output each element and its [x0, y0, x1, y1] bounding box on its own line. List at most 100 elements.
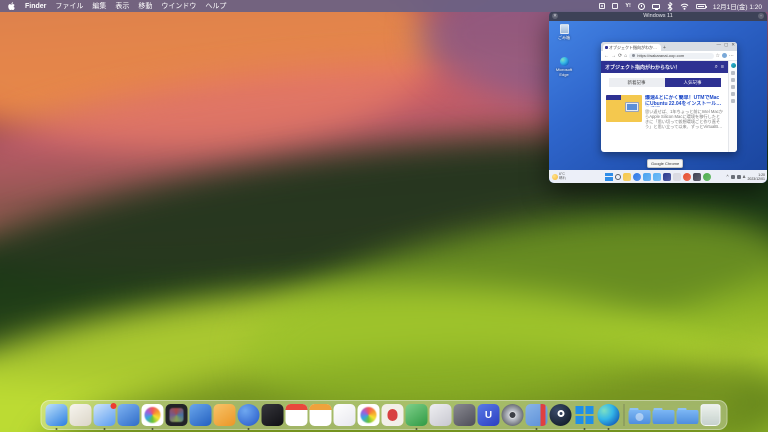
article-list-item[interactable]: 爆速&とにかく簡単！UTMでMacにUbuntu 22.04をインストールする手…: [606, 95, 723, 129]
minimize-button[interactable]: —: [716, 42, 721, 48]
dock-item-steam[interactable]: [549, 404, 572, 428]
sidebar-plus-icon[interactable]: [731, 99, 735, 103]
dock-item-microsoft-edge[interactable]: [597, 404, 620, 430]
dock-item-calendar-app[interactable]: [285, 404, 308, 428]
sidebar-tools-icon[interactable]: [731, 85, 735, 89]
dock-item-applications-folder[interactable]: [628, 404, 651, 428]
browser-tab[interactable]: オブジェクト指向がわからない！: [603, 44, 661, 51]
input-source-icon[interactable]: Y!: [625, 2, 631, 11]
favorites-icon[interactable]: ☆: [716, 53, 720, 59]
copilot-icon[interactable]: [730, 63, 736, 68]
home-button[interactable]: ⌂: [624, 53, 627, 59]
tab-popular-articles[interactable]: 人気記事: [664, 78, 721, 87]
settings-menu-icon[interactable]: ⋯: [729, 53, 734, 59]
menu-go[interactable]: 移動: [138, 1, 152, 11]
dock-item-photos-app[interactable]: [141, 404, 164, 430]
dock-item-mail-app-with-badge[interactable]: [93, 403, 117, 430]
dock-item-launchpad[interactable]: [357, 404, 380, 428]
dock-item-blue-globe-app[interactable]: [237, 404, 260, 430]
vm-titlebar[interactable]: ✕ Windows 11 ◦: [549, 11, 767, 21]
network-icon[interactable]: [730, 174, 735, 179]
firefox-icon[interactable]: [683, 172, 691, 181]
chrome-icon[interactable]: [703, 172, 711, 181]
browser-window[interactable]: オブジェクト指向がわからない！ + — ▢ ✕ ← → ⟳ ⌂: [601, 42, 737, 152]
dock-item-system-settings[interactable]: [501, 404, 524, 428]
menu-clock[interactable]: 12月1日(金) 1:20: [713, 1, 762, 11]
store-icon[interactable]: [643, 172, 651, 181]
ime-indicator[interactable]: A: [743, 174, 746, 179]
wifi-icon[interactable]: [680, 2, 689, 11]
battery-icon[interactable]: [695, 2, 707, 11]
new-tab-button[interactable]: +: [663, 45, 666, 51]
menu-window[interactable]: ウインドウ: [161, 1, 196, 11]
apple-menu[interactable]: [8, 1, 16, 11]
menu-edit[interactable]: 編集: [92, 1, 106, 11]
tray-clock[interactable]: 1:20 2023/12/01: [747, 173, 765, 181]
start-button[interactable]: [605, 172, 613, 181]
time-machine-icon[interactable]: [637, 2, 645, 11]
bluetooth-icon[interactable]: [667, 1, 673, 11]
dock-item-white-orange-app[interactable]: [309, 404, 332, 428]
article-title[interactable]: 爆速&とにかく簡単！UTMでMacにUbuntu 22.04をインストールする手…: [645, 95, 723, 107]
dock-item-utm-app[interactable]: U: [477, 404, 500, 428]
window-manager-icon[interactable]: [599, 2, 606, 11]
edge-icon[interactable]: [633, 172, 641, 181]
dock-item-downloads-folder[interactable]: [676, 404, 699, 428]
dock-item-gray-app[interactable]: [429, 404, 452, 428]
sidebar-search-icon[interactable]: [731, 71, 735, 75]
dock-item-dark-creative-app[interactable]: [165, 404, 188, 428]
running-indicator: [415, 428, 418, 430]
tray-overflow-chevron[interactable]: ^: [726, 174, 728, 179]
dock-item-trash[interactable]: [700, 404, 723, 428]
article-description: 思い返せば、1年ちょっと前にIntel MacからApple Silicon M…: [645, 109, 723, 129]
dock-item-green-app[interactable]: [405, 404, 428, 430]
site-title[interactable]: オブジェクト指向がわからない！: [605, 64, 712, 71]
terminal-icon[interactable]: [693, 172, 701, 181]
profile-avatar[interactable]: [722, 53, 727, 58]
dock-item-red-figure-app[interactable]: [381, 404, 404, 428]
maximize-button[interactable]: ▢: [724, 42, 728, 48]
volume-icon[interactable]: [736, 174, 741, 179]
microsoft-edge-icon: [597, 404, 620, 426]
blue-globe-app-icon: [237, 404, 260, 426]
menu-file[interactable]: ファイル: [55, 1, 83, 11]
menu-finder[interactable]: Finder: [25, 3, 46, 10]
dock-item-finder[interactable]: [45, 404, 68, 430]
recycle-bin-shortcut[interactable]: ごみ箱: [551, 24, 577, 41]
menubar-app-icon[interactable]: [612, 2, 619, 11]
back-button[interactable]: ←: [604, 53, 609, 59]
dock-item-parallels-like-app[interactable]: [525, 404, 548, 430]
sidebar-shopping-icon[interactable]: [731, 78, 735, 82]
menu-help[interactable]: ヘルプ: [205, 1, 226, 11]
site-menu-icon[interactable]: ≡: [721, 64, 724, 70]
weather-widget[interactable]: 6°C 晴れ: [549, 172, 589, 180]
search-button[interactable]: [615, 173, 621, 180]
tab-new-articles[interactable]: 新着記事: [608, 78, 665, 87]
vm-toolbar-button[interactable]: ◦: [758, 13, 764, 19]
vm-window[interactable]: ✕ Windows 11 ◦ ごみ箱 Microsoft Edge オブジェクト…: [549, 11, 767, 183]
address-bar[interactable]: https://wakaranai-oop.com: [629, 52, 714, 59]
article-filter-tabs: 新着記事 人気記事: [601, 78, 728, 87]
vm-close-button[interactable]: ✕: [552, 13, 558, 19]
dock-item-app-store[interactable]: [189, 404, 212, 428]
dock-item-dark-gray-app[interactable]: [453, 404, 476, 428]
dock-item-launchpad-pale-app[interactable]: [69, 404, 92, 428]
sidebar-games-icon[interactable]: [731, 92, 735, 96]
menu-view[interactable]: 表示: [115, 1, 129, 11]
dock-item-blue-window-app[interactable]: [117, 404, 140, 428]
office-icon[interactable]: [673, 172, 681, 181]
forward-button[interactable]: →: [611, 53, 616, 59]
edge-shortcut[interactable]: Microsoft Edge: [551, 57, 577, 77]
dock-item-orange-app[interactable]: [213, 404, 236, 428]
dock-item-black-app[interactable]: [261, 404, 284, 428]
dock-item-white-app[interactable]: [333, 404, 356, 428]
dock-item-documents-folder[interactable]: [652, 404, 675, 428]
file-explorer-icon[interactable]: [623, 172, 631, 181]
site-search-icon[interactable]: ⌕: [715, 64, 718, 71]
mail-icon[interactable]: [663, 172, 671, 181]
photos-icon[interactable]: [653, 172, 661, 181]
reload-button[interactable]: ⟳: [618, 53, 622, 59]
dock-item-windows-11-vm[interactable]: [574, 404, 596, 430]
close-button[interactable]: ✕: [731, 42, 735, 48]
display-icon[interactable]: [651, 2, 660, 11]
